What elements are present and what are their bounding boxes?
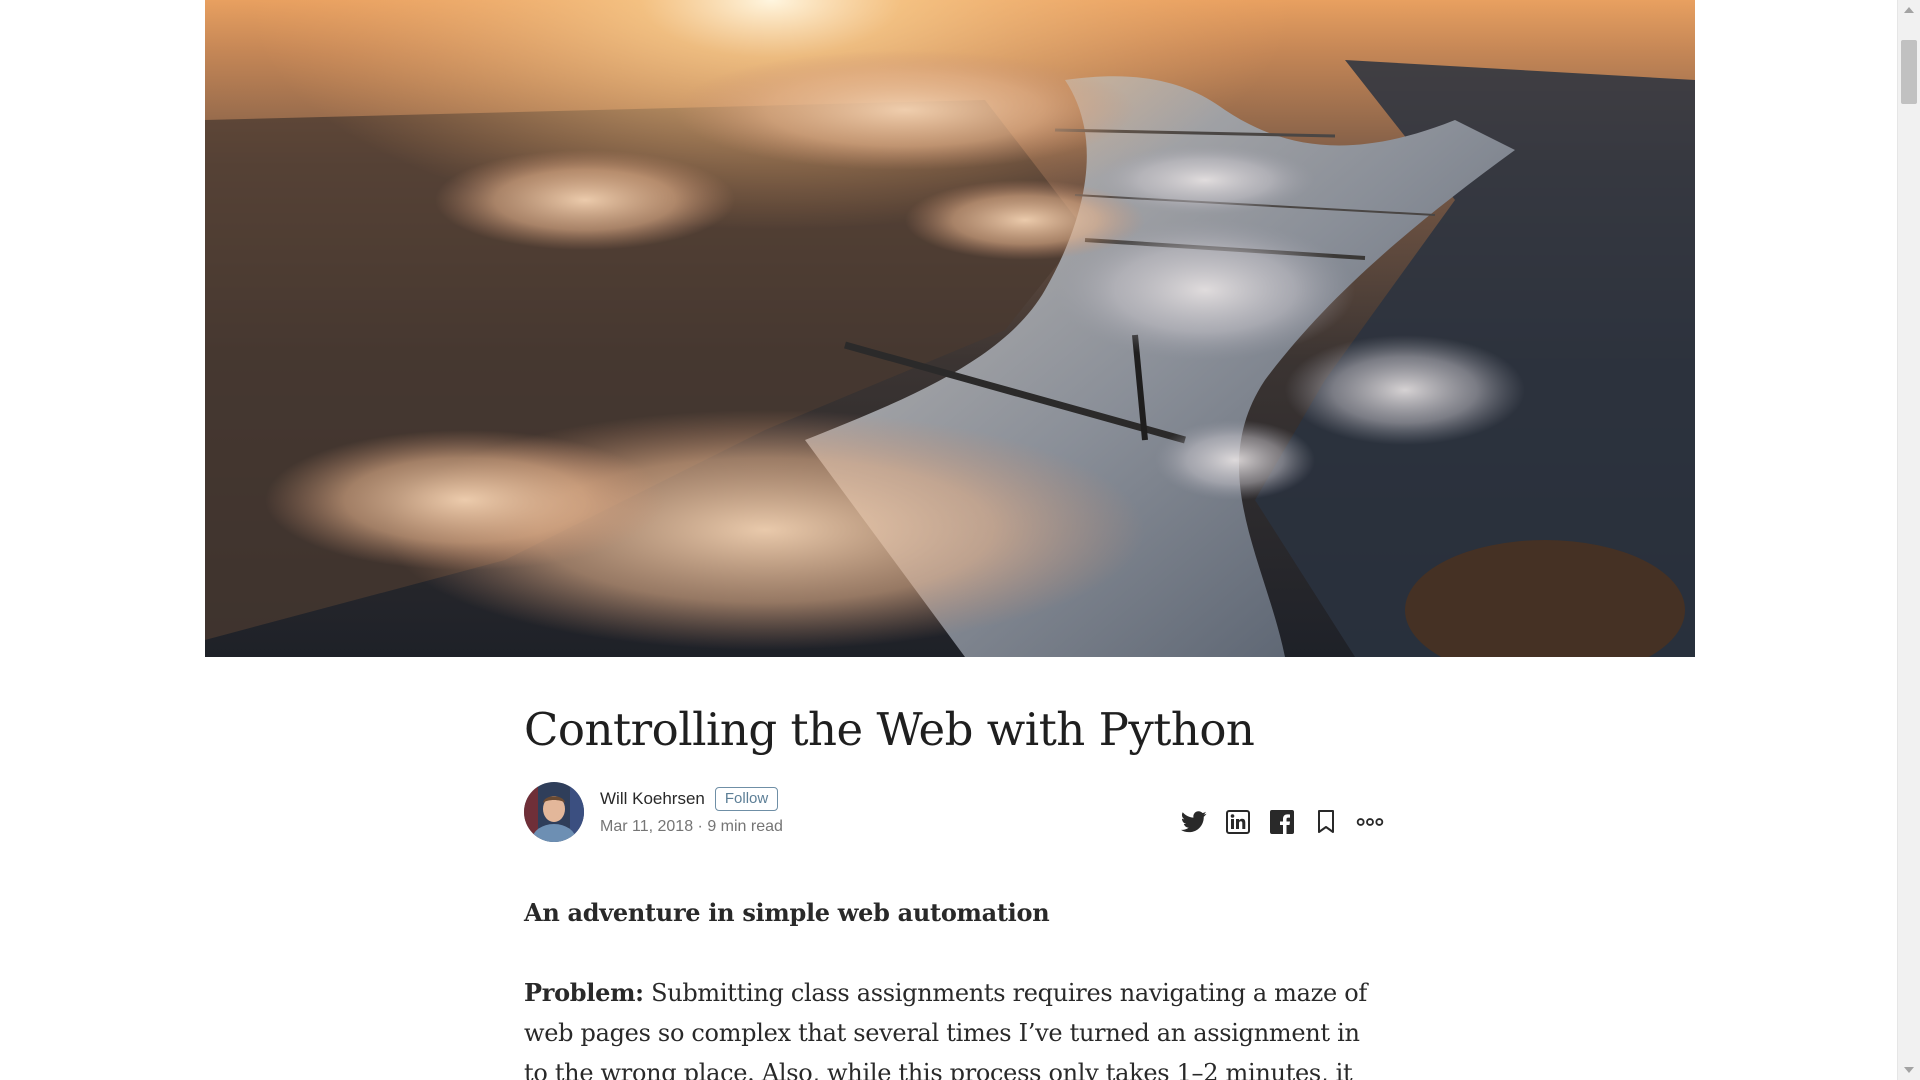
publish-date: Mar 11, 2018 (600, 818, 694, 836)
more-icon[interactable] (1356, 808, 1384, 836)
author-meta: Will Koehrsen Follow Mar 11, 2018 · 9 mi… (600, 786, 783, 836)
twitter-icon[interactable] (1180, 808, 1208, 836)
article-subtitle: An adventure in simple web automation (524, 898, 1050, 928)
article-paragraph: Problem: Submitting class assignments re… (524, 973, 1384, 1080)
author-avatar[interactable] (524, 782, 584, 843)
problem-text: Submitting class assignments requires na… (524, 979, 1367, 1080)
facebook-icon[interactable] (1268, 808, 1296, 836)
scrollbar-thumb[interactable] (1901, 40, 1917, 104)
byline: Will Koehrsen Follow Mar 11, 2018 · 9 mi… (524, 782, 1384, 844)
follow-button[interactable]: Follow (714, 787, 779, 812)
author-name-link[interactable]: Will Koehrsen (600, 789, 705, 809)
meta-separator: · (693, 818, 708, 836)
read-time: 9 min read (707, 818, 783, 836)
article-title: Controlling the Web with Python (524, 703, 1255, 756)
article: Controlling the Web with Python Will Koe… (524, 690, 1384, 1080)
bookmark-icon[interactable] (1312, 808, 1340, 836)
scroll-down-arrow-icon[interactable] (1898, 1060, 1920, 1080)
post-meta: Mar 11, 2018 · 9 min read (600, 818, 783, 836)
vertical-scrollbar[interactable] (1897, 0, 1920, 1080)
linkedin-icon[interactable] (1224, 808, 1252, 836)
problem-label: Problem: (524, 978, 644, 1008)
hero-image (205, 0, 1695, 657)
scroll-up-arrow-icon[interactable] (1898, 0, 1920, 20)
share-actions (1180, 808, 1384, 836)
medium-article-page: Controlling the Web with Python Will Koe… (0, 0, 1920, 1080)
